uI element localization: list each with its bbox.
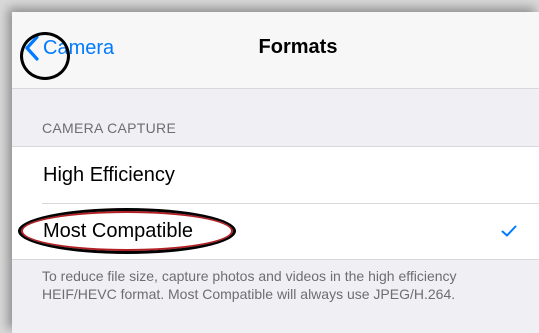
navigation-bar: Camera Formats (12, 12, 539, 89)
option-most-compatible[interactable]: Most Compatible (12, 203, 539, 259)
page-title: Formats (258, 36, 338, 58)
option-high-efficiency[interactable]: High Efficiency (12, 147, 539, 203)
option-label: Most Compatible (43, 219, 194, 242)
settings-screen: Camera Formats CAMERA CAPTURE High Effic… (12, 12, 539, 333)
screenshot-frame: Camera Formats CAMERA CAPTURE High Effic… (0, 0, 539, 333)
options-group: High Efficiency Most Compatible (12, 146, 539, 260)
checkmark-icon (501, 225, 517, 237)
section-header: CAMERA CAPTURE (42, 120, 177, 136)
section-footer: To reduce file size, capture photos and … (42, 268, 457, 302)
option-label: High Efficiency (43, 163, 175, 186)
